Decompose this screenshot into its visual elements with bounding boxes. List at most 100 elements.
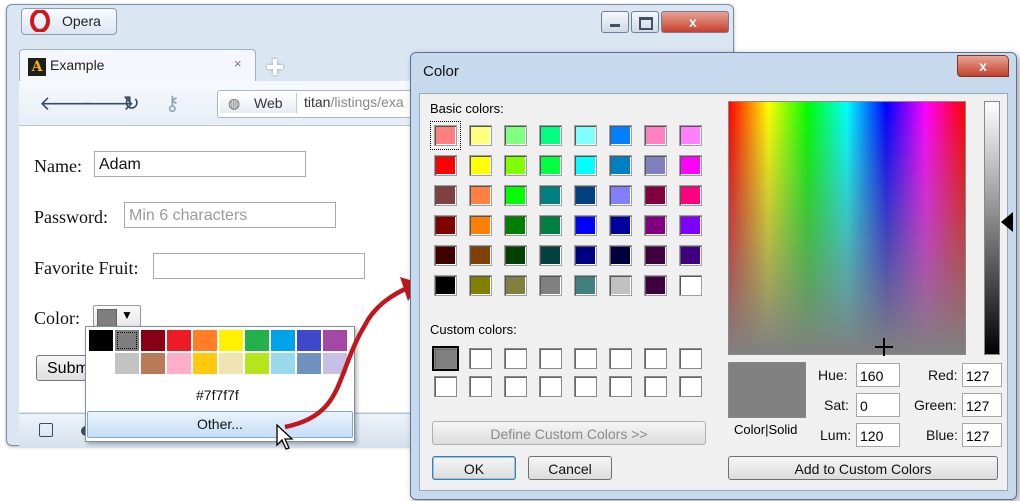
popup-color-swatch[interactable] <box>141 353 165 374</box>
color-spectrum[interactable] <box>728 101 966 356</box>
minimize-button[interactable] <box>601 11 629 33</box>
add-to-custom-colors-button[interactable]: Add to Custom Colors <box>728 456 998 480</box>
basic-color-swatch[interactable] <box>644 215 667 236</box>
basic-color-swatch[interactable] <box>539 275 562 296</box>
custom-color-swatch[interactable] <box>574 376 597 397</box>
basic-color-swatch[interactable] <box>539 185 562 206</box>
popup-color-swatch[interactable] <box>115 353 139 374</box>
basic-color-swatch[interactable] <box>539 125 562 146</box>
popup-color-swatch[interactable] <box>193 330 217 351</box>
blue-input[interactable]: 127 <box>962 423 1002 447</box>
basic-color-swatch[interactable] <box>574 215 597 236</box>
popup-color-swatch[interactable] <box>193 353 217 374</box>
custom-color-swatch[interactable] <box>679 348 702 369</box>
custom-color-swatch[interactable] <box>679 376 702 397</box>
basic-color-swatch[interactable] <box>574 155 597 176</box>
basic-color-swatch[interactable] <box>679 125 702 146</box>
custom-color-swatch[interactable] <box>504 348 527 369</box>
close-button[interactable]: x <box>661 11 729 33</box>
basic-color-swatch[interactable] <box>434 155 457 176</box>
custom-color-swatch[interactable] <box>434 376 457 397</box>
basic-color-swatch[interactable] <box>539 215 562 236</box>
maximize-button[interactable] <box>631 11 659 33</box>
web-button[interactable]: ◍ Web <box>220 93 297 113</box>
key-icon[interactable]: ⚷ <box>165 91 180 116</box>
basic-color-swatch[interactable] <box>644 275 667 296</box>
basic-color-swatch[interactable] <box>609 185 632 206</box>
luminance-arrow-icon[interactable] <box>1001 212 1013 232</box>
basic-color-swatch[interactable] <box>469 275 492 296</box>
basic-color-swatch[interactable] <box>504 125 527 146</box>
basic-color-swatch[interactable] <box>504 245 527 266</box>
define-custom-colors-button[interactable]: Define Custom Colors >> <box>432 421 706 445</box>
basic-color-swatch[interactable] <box>430 121 461 150</box>
popup-color-swatch[interactable] <box>115 330 139 351</box>
basic-color-swatch[interactable] <box>469 185 492 206</box>
basic-color-swatch[interactable] <box>679 155 702 176</box>
popup-color-swatch[interactable] <box>245 330 269 351</box>
name-input[interactable]: Adam <box>94 151 306 177</box>
basic-color-swatch[interactable] <box>609 275 632 296</box>
basic-color-swatch[interactable] <box>504 185 527 206</box>
lum-input[interactable]: 120 <box>856 423 900 447</box>
basic-color-swatch[interactable] <box>469 215 492 236</box>
basic-color-swatch[interactable] <box>609 215 632 236</box>
luminance-slider[interactable] <box>984 101 1000 355</box>
custom-color-swatch[interactable] <box>432 346 459 371</box>
basic-color-swatch[interactable] <box>539 245 562 266</box>
basic-color-swatch[interactable] <box>434 215 457 236</box>
basic-color-swatch[interactable] <box>574 125 597 146</box>
basic-color-swatch[interactable] <box>434 185 457 206</box>
custom-color-swatch[interactable] <box>469 348 492 369</box>
basic-color-swatch[interactable] <box>679 185 702 206</box>
popup-color-swatch[interactable] <box>167 353 191 374</box>
basic-color-swatch[interactable] <box>574 185 597 206</box>
custom-color-swatch[interactable] <box>644 348 667 369</box>
popup-color-swatch[interactable] <box>167 330 191 351</box>
custom-color-swatch[interactable] <box>609 348 632 369</box>
hue-input[interactable]: 160 <box>856 363 900 387</box>
basic-color-swatch[interactable] <box>539 155 562 176</box>
basic-color-swatch[interactable] <box>679 275 702 296</box>
custom-color-swatch[interactable] <box>469 376 492 397</box>
password-input[interactable]: Min 6 characters <box>124 202 336 228</box>
custom-color-swatch[interactable] <box>644 376 667 397</box>
basic-color-swatch[interactable] <box>434 245 457 266</box>
green-input[interactable]: 127 <box>962 393 1002 417</box>
panel-toggle-icon[interactable] <box>39 423 53 437</box>
popup-color-swatch[interactable] <box>245 353 269 374</box>
basic-color-swatch[interactable] <box>679 215 702 236</box>
basic-color-swatch[interactable] <box>679 245 702 266</box>
basic-color-swatch[interactable] <box>644 245 667 266</box>
reload-icon[interactable]: ↻ <box>123 91 140 116</box>
browser-tab[interactable]: A Example × <box>19 49 256 82</box>
basic-color-swatch[interactable] <box>644 125 667 146</box>
basic-color-swatch[interactable] <box>644 185 667 206</box>
red-input[interactable]: 127 <box>962 363 1002 387</box>
opera-menu-button[interactable]: Opera <box>21 8 117 35</box>
basic-color-swatch[interactable] <box>504 215 527 236</box>
address-bar[interactable]: ◍ Web titan/listings/exa <box>217 90 429 118</box>
popup-color-swatch[interactable] <box>219 330 243 351</box>
basic-color-swatch[interactable] <box>574 245 597 266</box>
popup-color-swatch[interactable] <box>141 330 165 351</box>
basic-color-swatch[interactable] <box>469 245 492 266</box>
custom-color-swatch[interactable] <box>609 376 632 397</box>
basic-color-swatch[interactable] <box>609 125 632 146</box>
popup-color-swatch[interactable] <box>89 353 113 374</box>
new-tab-icon[interactable]: ✚ <box>263 57 287 79</box>
basic-color-swatch[interactable] <box>504 155 527 176</box>
basic-color-swatch[interactable] <box>609 155 632 176</box>
custom-color-swatch[interactable] <box>539 348 562 369</box>
cancel-button[interactable]: Cancel <box>528 456 612 480</box>
dialog-close-button[interactable]: x <box>957 55 1009 77</box>
popup-color-swatch[interactable] <box>219 353 243 374</box>
tab-close-icon[interactable]: × <box>234 56 242 71</box>
basic-color-swatch[interactable] <box>609 245 632 266</box>
basic-color-swatch[interactable] <box>644 155 667 176</box>
popup-color-swatch[interactable] <box>89 330 113 351</box>
ok-button[interactable]: OK <box>432 456 516 480</box>
custom-color-swatch[interactable] <box>574 348 597 369</box>
basic-color-swatch[interactable] <box>469 125 492 146</box>
basic-color-swatch[interactable] <box>434 275 457 296</box>
